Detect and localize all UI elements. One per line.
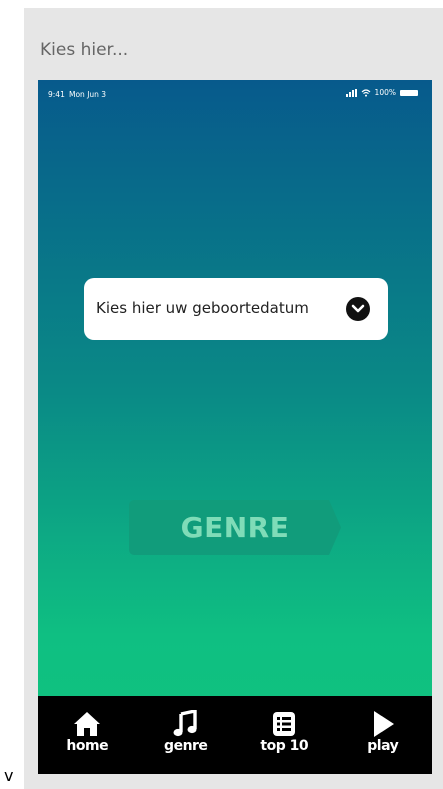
tab-genre-label: genre [164, 738, 208, 754]
home-icon [72, 710, 102, 738]
header-placeholder: Kies hier... [40, 40, 129, 60]
tab-top10[interactable]: top 10 [235, 696, 334, 774]
music-note-icon [171, 710, 201, 738]
wifi-icon [361, 88, 371, 97]
tab-play-label: play [367, 738, 399, 754]
genre-button-label: GENRE [180, 511, 290, 544]
status-date: Mon Jun 3 [69, 90, 107, 99]
list-icon [269, 710, 299, 738]
birthdate-dropdown[interactable]: Kies hier uw geboortedatum [84, 278, 388, 340]
tab-top10-label: top 10 [260, 738, 309, 754]
tab-bar: home genre top 10 play [38, 696, 432, 774]
canvas: Kies hier... v 9:41 Mon Jun 3 100% Kies … [0, 0, 443, 789]
status-bar: 9:41 Mon Jun 3 100% [38, 80, 432, 104]
status-indicators: 100% [345, 88, 418, 97]
tab-home[interactable]: home [38, 696, 137, 774]
status-time: 9:41 [48, 90, 65, 99]
tab-genre[interactable]: genre [137, 696, 236, 774]
genre-button[interactable]: GENRE [129, 500, 341, 555]
phone-screen: 9:41 Mon Jun 3 100% Kies hier uw geboort… [38, 80, 432, 774]
tab-home-label: home [66, 738, 109, 754]
tab-play[interactable]: play [334, 696, 433, 774]
birthdate-dropdown-label: Kies hier uw geboortedatum [96, 299, 309, 317]
battery-percent: 100% [374, 88, 396, 97]
chevron-down-icon[interactable] [346, 297, 370, 321]
battery-icon [400, 89, 418, 96]
edge-mark: v [4, 766, 14, 785]
signal-icon [345, 88, 357, 97]
play-icon [368, 710, 398, 738]
